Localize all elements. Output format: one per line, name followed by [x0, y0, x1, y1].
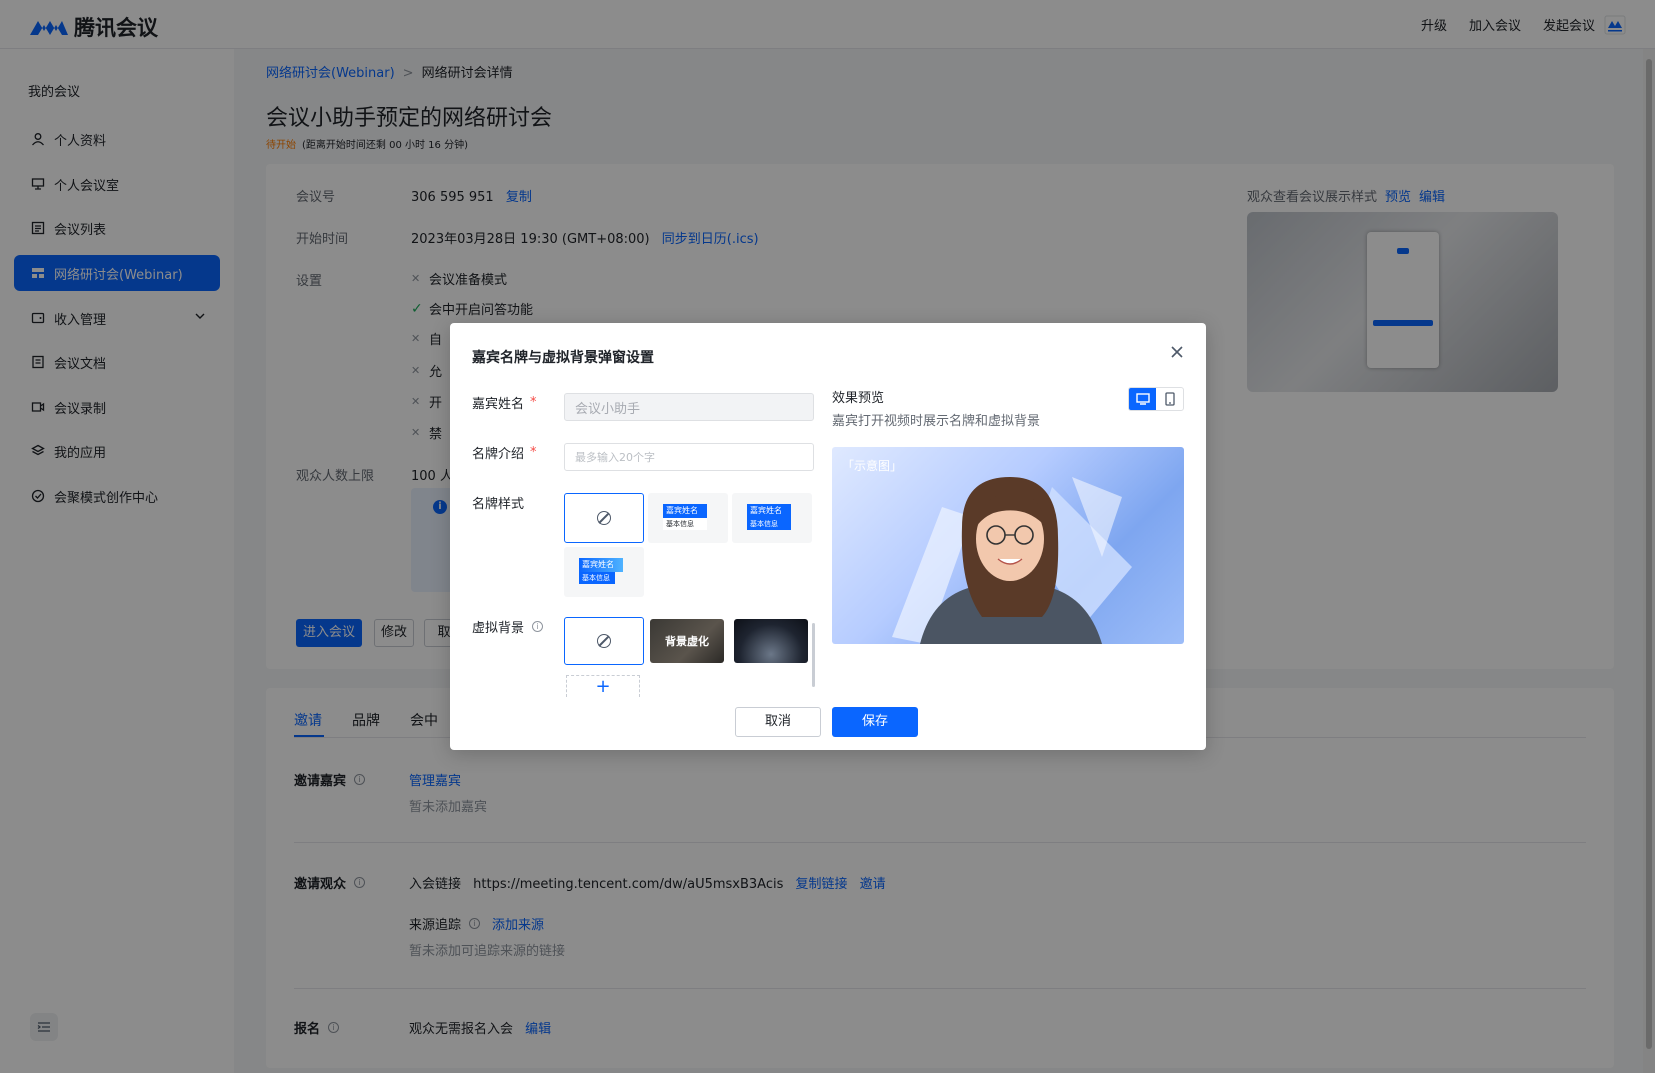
mobile-preview-toggle[interactable]: [1156, 388, 1183, 410]
close-icon[interactable]: [1168, 343, 1186, 361]
plate-info: 基本信息: [663, 518, 707, 530]
nameplate-style-2[interactable]: 嘉宾姓名 基本信息: [732, 493, 812, 543]
tablet-icon: [1164, 392, 1175, 406]
monitor-icon: [1135, 393, 1150, 405]
label-text: 嘉宾姓名: [472, 397, 525, 412]
label-text: 名牌介绍: [472, 447, 525, 462]
label-text: 虚拟背景: [472, 621, 525, 636]
plate-name: 嘉宾姓名: [663, 504, 707, 518]
plate-info: 基本信息: [579, 572, 615, 584]
effect-preview-image: 「示意图」: [832, 447, 1184, 644]
nameplate-sample: 嘉宾姓名 基本信息: [663, 502, 713, 534]
virtual-bg-blur[interactable]: 背景虚化: [650, 619, 724, 663]
no-style-icon: [597, 511, 611, 525]
preview-description: 嘉宾打开视频时展示名牌和虚拟背景: [832, 414, 1041, 429]
preview-title: 效果预览: [832, 391, 885, 406]
nameplate-intro-input[interactable]: [564, 443, 814, 471]
bg-list-scrollbar[interactable]: [812, 623, 815, 687]
virtual-bg-label: 虚拟背景 i: [472, 617, 544, 636]
person-preview-illustration: [892, 477, 1132, 644]
plate-info: 基本信息: [747, 518, 791, 530]
virtual-bg-starry-mountain[interactable]: [734, 619, 808, 663]
nameplate-style-3[interactable]: 嘉宾姓名 基本信息: [564, 547, 644, 597]
no-background-icon: [597, 634, 611, 648]
dialog-title: 嘉宾名牌与虚拟背景弹窗设置: [472, 350, 654, 366]
plate-name: 嘉宾姓名: [579, 558, 623, 572]
plate-name: 嘉宾姓名: [747, 504, 791, 518]
nameplate-style-1[interactable]: 嘉宾姓名 基本信息: [648, 493, 728, 543]
help-icon[interactable]: i: [532, 621, 544, 632]
virtual-bg-none[interactable]: [564, 617, 644, 665]
add-background-button[interactable]: +: [566, 675, 640, 697]
nameplate-sample: 嘉宾姓名 基本信息: [747, 502, 797, 534]
guest-name-label: 嘉宾姓名 *: [472, 393, 537, 412]
required-mark: *: [530, 445, 537, 460]
device-toggle: [1128, 387, 1184, 411]
desktop-preview-toggle[interactable]: [1129, 388, 1156, 410]
required-mark: *: [530, 395, 537, 410]
guest-name-input[interactable]: [564, 393, 814, 421]
nameplate-style-none[interactable]: [564, 493, 644, 543]
cancel-button[interactable]: 取消: [735, 707, 821, 737]
save-button[interactable]: 保存: [832, 707, 918, 737]
nameplate-style-label: 名牌样式: [472, 497, 525, 512]
nameplate-sample: 嘉宾姓名 基本信息: [579, 556, 629, 588]
nameplate-intro-label: 名牌介绍 *: [472, 443, 537, 462]
nameplate-background-dialog: 嘉宾名牌与虚拟背景弹窗设置 嘉宾姓名* 名牌介绍* 名牌样式 嘉宾姓名基本信息 …: [450, 323, 1206, 750]
illustration-tag: 「示意图」: [842, 459, 903, 473]
